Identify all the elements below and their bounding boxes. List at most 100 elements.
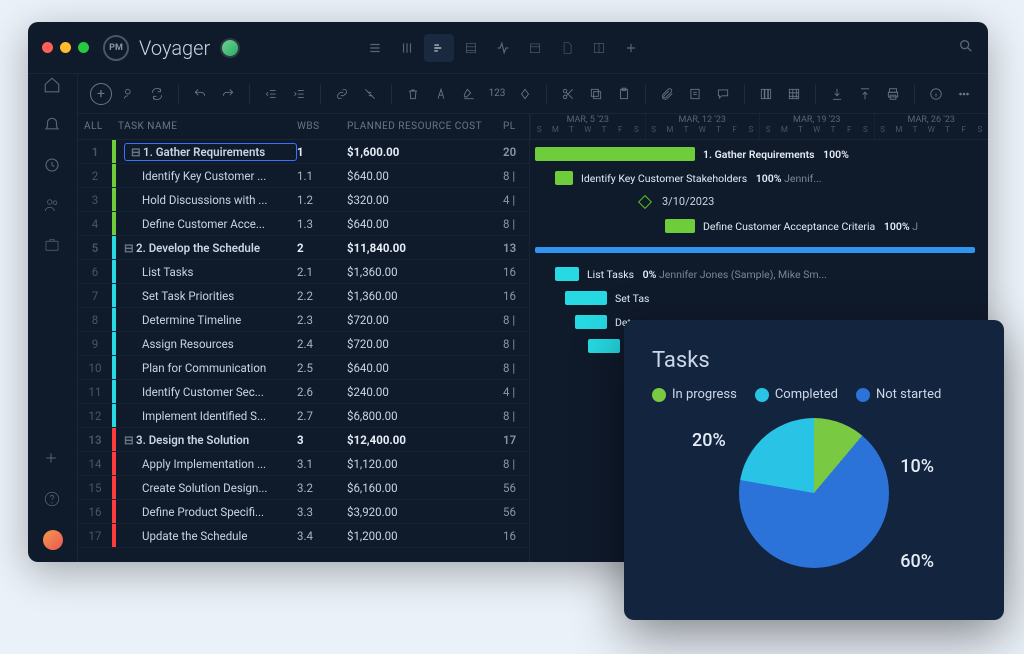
close-window-icon[interactable] (42, 42, 53, 53)
col-cost[interactable]: PLANNED RESOURCE COST (347, 121, 503, 132)
gantt-bar[interactable]: Define Customer Acceptance Criteria 100%… (665, 219, 695, 233)
assign-icon[interactable] (118, 83, 140, 105)
minimize-window-icon[interactable] (60, 42, 71, 53)
sheet-view-icon[interactable] (456, 34, 486, 62)
note-icon[interactable] (684, 83, 706, 105)
notifications-icon[interactable] (43, 116, 63, 136)
add-task-button[interactable]: + (90, 83, 112, 105)
attachment-icon[interactable] (656, 83, 678, 105)
task-name-cell[interactable]: Hold Discussions with ... (116, 193, 297, 207)
info-icon[interactable] (925, 83, 947, 105)
user-avatar[interactable] (43, 530, 63, 550)
task-row[interactable]: 15Create Solution Design...3.2$6,160.005… (78, 476, 529, 500)
task-name-cell[interactable]: ⊟1. Gather Requirements (116, 143, 297, 161)
task-row[interactable]: 7Set Task Priorities2.2$1,360.0016 (78, 284, 529, 308)
gantt-row[interactable]: Identify Key Customer Stakeholders 100% … (530, 166, 988, 190)
task-name-cell[interactable]: List Tasks (116, 265, 297, 279)
task-row[interactable]: 2Identify Key Customer ...1.1$640.008 | (78, 164, 529, 188)
recent-icon[interactable] (43, 156, 63, 176)
task-row[interactable]: 6List Tasks2.1$1,360.0016 (78, 260, 529, 284)
portfolio-icon[interactable] (43, 236, 63, 256)
task-name-cell[interactable]: ⊟2. Develop the Schedule (116, 241, 297, 255)
print-icon[interactable] (882, 83, 904, 105)
paste-icon[interactable] (613, 83, 635, 105)
columns-icon[interactable] (755, 83, 777, 105)
gantt-bar[interactable]: Determ (575, 315, 607, 329)
col-pl[interactable]: PL (503, 121, 529, 132)
task-name-cell[interactable]: Identify Customer Sec... (116, 385, 297, 399)
task-name-cell[interactable]: Implement Identified S... (116, 409, 297, 423)
gantt-bar[interactable]: Set Tas (565, 291, 607, 305)
maximize-window-icon[interactable] (78, 42, 89, 53)
search-icon[interactable] (958, 38, 974, 57)
unlink-icon[interactable] (359, 83, 381, 105)
project-avatar[interactable] (220, 38, 240, 58)
task-row[interactable]: 12Implement Identified S...2.7$6,800.008… (78, 404, 529, 428)
number-icon[interactable]: 123 (486, 83, 508, 105)
export-icon[interactable] (854, 83, 876, 105)
gantt-bar[interactable]: Ass (588, 339, 620, 353)
gantt-view-icon[interactable] (424, 34, 454, 62)
task-row[interactable]: 11Identify Customer Sec...2.6$240.004 | (78, 380, 529, 404)
delete-icon[interactable] (402, 83, 424, 105)
outdent-icon[interactable] (260, 83, 282, 105)
gantt-bar[interactable] (535, 247, 975, 253)
file-view-icon[interactable] (552, 34, 582, 62)
comment-icon[interactable] (712, 83, 734, 105)
split-view-icon[interactable] (584, 34, 614, 62)
gantt-bar[interactable]: List Tasks 0% Jennifer Jones (Sample), M… (555, 267, 579, 281)
board-view-icon[interactable] (392, 34, 422, 62)
add-view-icon[interactable] (616, 34, 646, 62)
task-row[interactable]: 16Define Product Specifi...3.3$3,920.005… (78, 500, 529, 524)
text-format-icon[interactable] (430, 83, 452, 105)
task-row[interactable]: 8Determine Timeline2.3$720.008 | (78, 308, 529, 332)
task-row[interactable]: 3Hold Discussions with ...1.2$320.004 | (78, 188, 529, 212)
milestone-icon[interactable] (514, 83, 536, 105)
highlight-icon[interactable] (458, 83, 480, 105)
task-row[interactable]: 14Apply Implementation ...3.1$1,120.008 … (78, 452, 529, 476)
add-icon[interactable] (43, 450, 63, 470)
help-icon[interactable] (43, 490, 63, 510)
task-row[interactable]: 17Update the Schedule3.4$1,200.0016 (78, 524, 529, 548)
activity-view-icon[interactable] (488, 34, 518, 62)
task-name-cell[interactable]: Create Solution Design... (116, 481, 297, 495)
undo-icon[interactable] (189, 83, 211, 105)
more-icon[interactable] (953, 83, 975, 105)
copy-icon[interactable] (585, 83, 607, 105)
gantt-row[interactable]: 1. Gather Requirements 100% (530, 142, 988, 166)
table-icon[interactable] (783, 83, 805, 105)
link-icon[interactable] (331, 83, 353, 105)
col-all[interactable]: ALL (78, 121, 112, 132)
indent-icon[interactable] (288, 83, 310, 105)
task-name-cell[interactable]: ⊟3. Design the Solution (116, 433, 297, 447)
task-row[interactable]: 10Plan for Communication2.5$640.008 | (78, 356, 529, 380)
task-row[interactable]: 13⊟3. Design the Solution3$12,400.0017 (78, 428, 529, 452)
task-row[interactable]: 4Define Customer Acce...1.3$640.008 | (78, 212, 529, 236)
task-name-cell[interactable]: Apply Implementation ... (116, 457, 297, 471)
task-name-cell[interactable]: Set Task Priorities (116, 289, 297, 303)
task-row[interactable]: 9Assign Resources2.4$720.008 | (78, 332, 529, 356)
redo-icon[interactable] (217, 83, 239, 105)
import-icon[interactable] (826, 83, 848, 105)
task-name-cell[interactable]: Determine Timeline (116, 313, 297, 327)
gantt-bar[interactable]: 1. Gather Requirements 100% (535, 147, 695, 161)
col-taskname[interactable]: TASK NAME (112, 121, 297, 132)
gantt-row[interactable]: Define Customer Acceptance Criteria 100%… (530, 214, 988, 238)
team-icon[interactable] (43, 196, 63, 216)
col-wbs[interactable]: WBS (297, 121, 347, 132)
gantt-row[interactable]: 3/10/2023 (530, 190, 988, 214)
task-name-cell[interactable]: Define Customer Acce... (116, 217, 297, 231)
calendar-view-icon[interactable] (520, 34, 550, 62)
list-view-icon[interactable] (360, 34, 390, 62)
sync-icon[interactable] (146, 83, 168, 105)
task-name-cell[interactable]: Update the Schedule (116, 529, 297, 543)
task-name-cell[interactable]: Assign Resources (116, 337, 297, 351)
task-row[interactable]: 5⊟2. Develop the Schedule2$11,840.0013 (78, 236, 529, 260)
gantt-row[interactable]: Set Tas (530, 286, 988, 310)
task-name-cell[interactable]: Identify Key Customer ... (116, 169, 297, 183)
task-row[interactable]: 1⊟1. Gather Requirements1$1,600.0020 (78, 140, 529, 164)
task-name-cell[interactable]: Plan for Communication (116, 361, 297, 375)
task-name-cell[interactable]: Define Product Specifi... (116, 505, 297, 519)
gantt-row[interactable]: List Tasks 0% Jennifer Jones (Sample), M… (530, 262, 988, 286)
cut-icon[interactable] (557, 83, 579, 105)
